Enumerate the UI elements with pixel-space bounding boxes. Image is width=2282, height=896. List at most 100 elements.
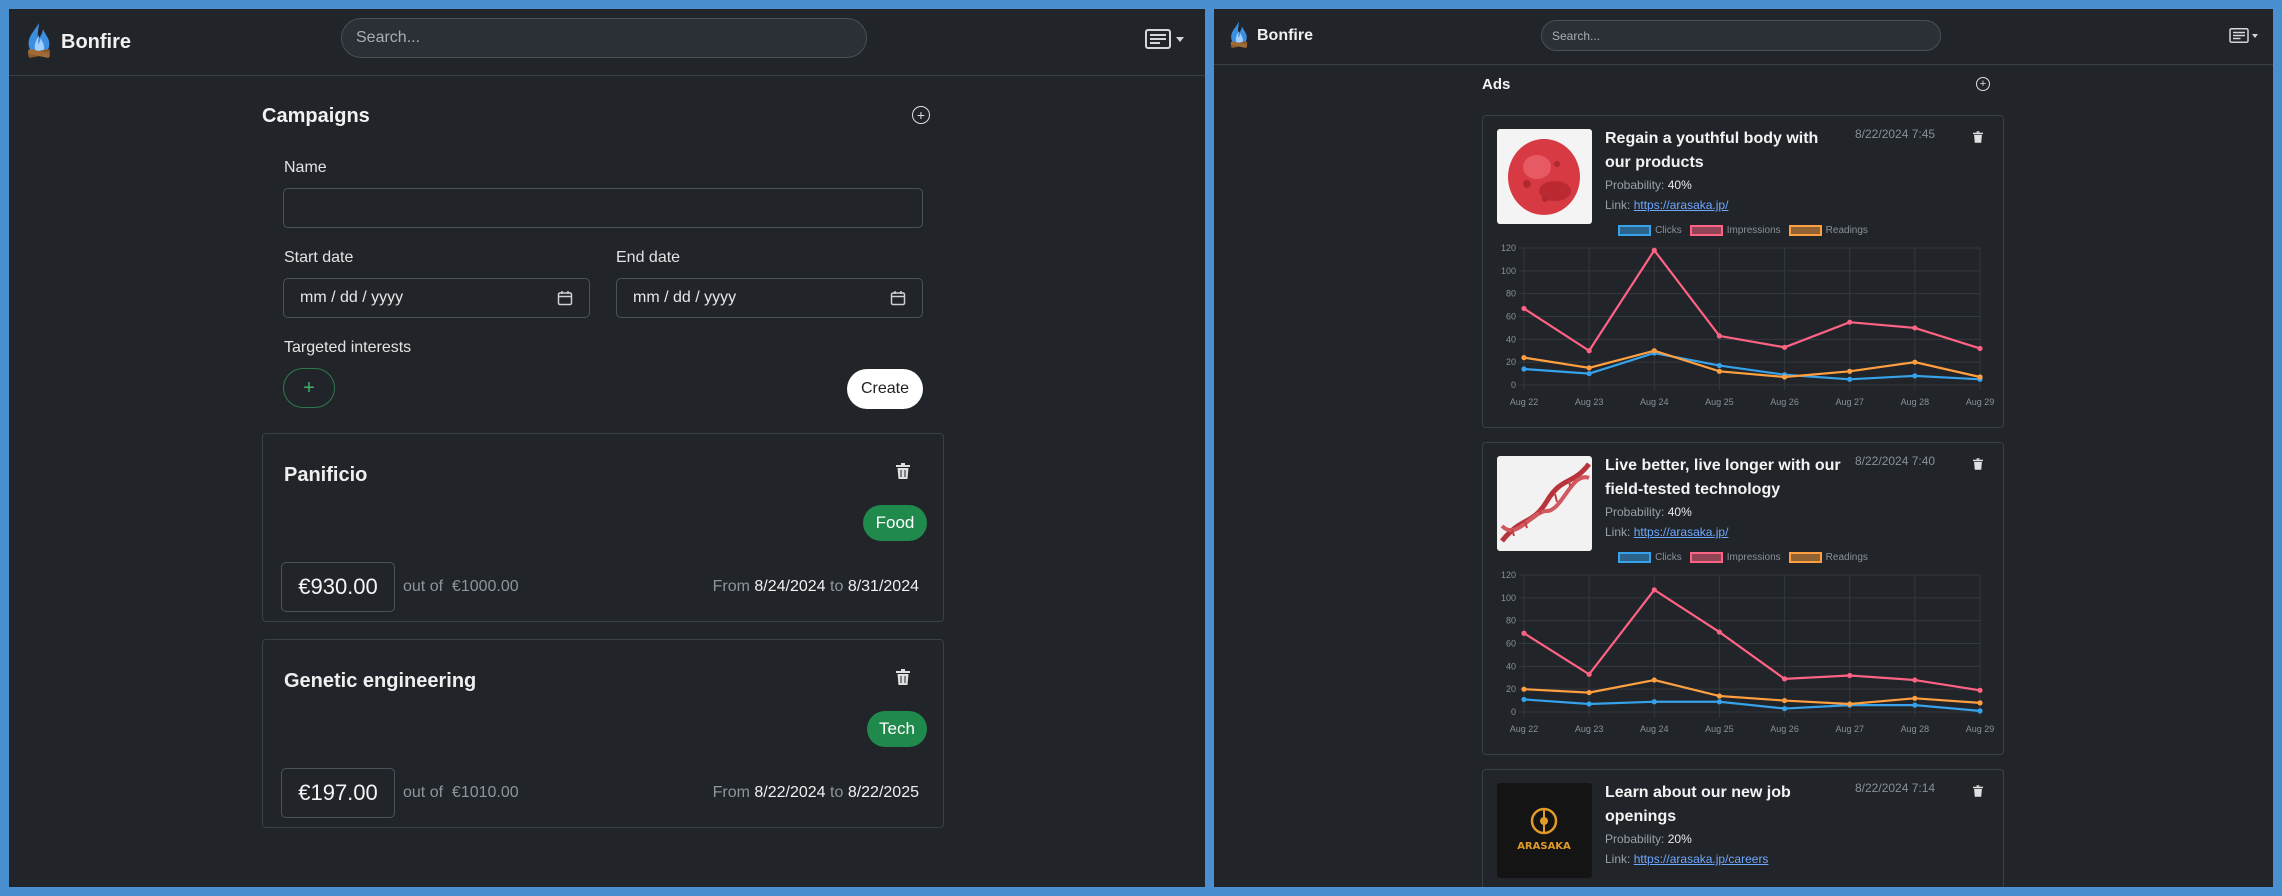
arasaka-logo-image: ARASAKA [1497,783,1592,878]
ad-performance-chart: 0 20 40 60 80 100 120 Aug 22 Aug 23 Aug 24 Aug 25 A… [1501,243,1994,407]
ad-link[interactable]: https://arasaka.jp/careers [1634,852,1769,866]
y-tick-label: 40 [1506,661,1516,671]
trash-icon[interactable] [896,669,910,685]
logo-text: ARASAKA [1517,841,1571,852]
y-tick-label: 0 [1511,707,1516,717]
campaign-card: Panificio Food €930.00 out of €1000.00 F… [262,433,944,622]
data-point [1781,344,1788,350]
y-tick-label: 80 [1506,289,1516,299]
ad-link[interactable]: https://arasaka.jp/ [1634,525,1729,539]
data-point [1521,686,1527,692]
probability-label: Probability: [1605,832,1665,846]
end-date-placeholder: mm / dd / yyyy [633,289,737,306]
search-input[interactable] [1541,20,1941,51]
search-input[interactable] [341,18,867,58]
add-campaign-button[interactable]: + [912,106,930,124]
x-tick-label: Aug 27 [1835,724,1864,734]
x-tick-label: Aug 28 [1901,724,1930,734]
data-point [1651,348,1657,354]
add-interest-button[interactable]: + [283,368,335,408]
data-point [1716,368,1723,374]
x-tick-label: Aug 22 [1510,724,1539,734]
plus-icon: + [303,376,315,399]
ad-link-row: Link: https://arasaka.jp/careers [1605,852,1768,866]
calendar-icon[interactable] [557,290,573,306]
probability-label: Probability: [1605,178,1665,192]
page-title: Campaigns [262,105,370,127]
data-point [1781,676,1788,682]
data-point [1651,587,1657,593]
to-label: to [830,578,844,595]
add-ad-button[interactable]: + [1976,77,1990,91]
chevron-down-icon [2252,33,2258,38]
ad-link[interactable]: https://arasaka.jp/ [1634,198,1729,212]
data-point [1977,700,1983,706]
legend-label: Readings [1825,225,1868,236]
to-label: to [830,784,844,801]
data-point [1781,697,1788,704]
legend-clicks[interactable]: Clicks [1618,552,1682,563]
plus-icon: + [916,107,926,123]
y-tick-label: 60 [1506,639,1516,649]
y-tick-label: 20 [1506,684,1516,694]
data-point [1847,672,1853,679]
card-text-icon [1145,29,1171,49]
probability: Probability: 20% [1605,832,1692,846]
interest-tag: Tech [867,711,927,747]
data-point [1847,368,1853,374]
plus-icon: + [1979,78,1987,90]
y-tick-label: 120 [1501,570,1516,580]
name-input[interactable] [283,188,923,228]
brand-link[interactable]: Bonfire [23,21,131,63]
legend-readings[interactable]: Readings [1788,225,1868,236]
y-tick-label: 100 [1501,266,1516,276]
ad-date: 8/22/2024 7:45 [1855,127,1936,141]
start-date-input[interactable]: mm / dd / yyyy [283,278,590,318]
legend-impressions[interactable]: Impressions [1689,225,1781,236]
menu-dropdown[interactable] [2229,28,2258,43]
budget-text: out of €1000.00 [403,578,519,596]
legend-label: Readings [1825,552,1868,563]
data-point [1847,319,1853,325]
data-point [1586,689,1592,696]
create-button[interactable]: Create [847,369,923,409]
data-point [1912,325,1918,331]
y-tick-label: 0 [1511,380,1516,390]
trash-icon[interactable] [1973,458,1983,470]
menu-dropdown[interactable] [1145,29,1184,49]
legend-clicks[interactable]: Clicks [1618,225,1682,236]
bonfire-logo-icon [27,23,51,58]
ad-date: 8/22/2024 7:14 [1855,781,1936,795]
legend-impressions[interactable]: Impressions [1689,552,1781,563]
data-point [1912,373,1918,379]
campaign-card: Genetic engineering Tech €197.00 out of … [262,639,944,828]
trash-icon[interactable] [896,463,910,479]
out-of-label: out of [403,784,444,801]
probability-value: 40% [1667,178,1692,192]
data-point [1977,374,1983,380]
spent-amount: €930.00 [281,562,395,612]
out-of-label: out of [403,578,444,595]
start-date-placeholder: mm / dd / yyyy [300,289,404,306]
legend-label: Clicks [1655,552,1682,563]
x-tick-label: Aug 26 [1770,724,1799,734]
y-tick-label: 100 [1501,593,1516,603]
series-line-clicks [1523,698,1981,712]
ads-window: Bonfire Ads + Regain a youthful body wit… [1214,9,2273,887]
link-label: Link: [1605,525,1631,539]
ad-card: ARASAKA Learn about our new job openings… [1482,769,2004,887]
navbar: Bonfire [9,9,1205,76]
trash-icon[interactable] [1973,785,1983,797]
legend-readings[interactable]: Readings [1788,552,1868,563]
trash-icon[interactable] [1973,131,1983,143]
end-date-input[interactable]: mm / dd / yyyy [616,278,923,318]
ad-performance-chart: 0 20 40 60 80 100 120 Aug 22 Aug 23 Aug 24 Aug 25 A… [1501,570,1994,734]
start-date: 8/22/2024 [754,784,826,801]
x-tick-label: Aug 24 [1640,724,1669,734]
y-tick-label: 80 [1506,616,1516,626]
calendar-icon[interactable] [890,290,906,306]
brand-name: Bonfire [61,30,131,53]
end-date: 8/22/2025 [847,784,919,801]
brand-link[interactable]: Bonfire [1227,20,1313,52]
chart-legend: Clicks Impressions Readings [1483,225,2003,236]
